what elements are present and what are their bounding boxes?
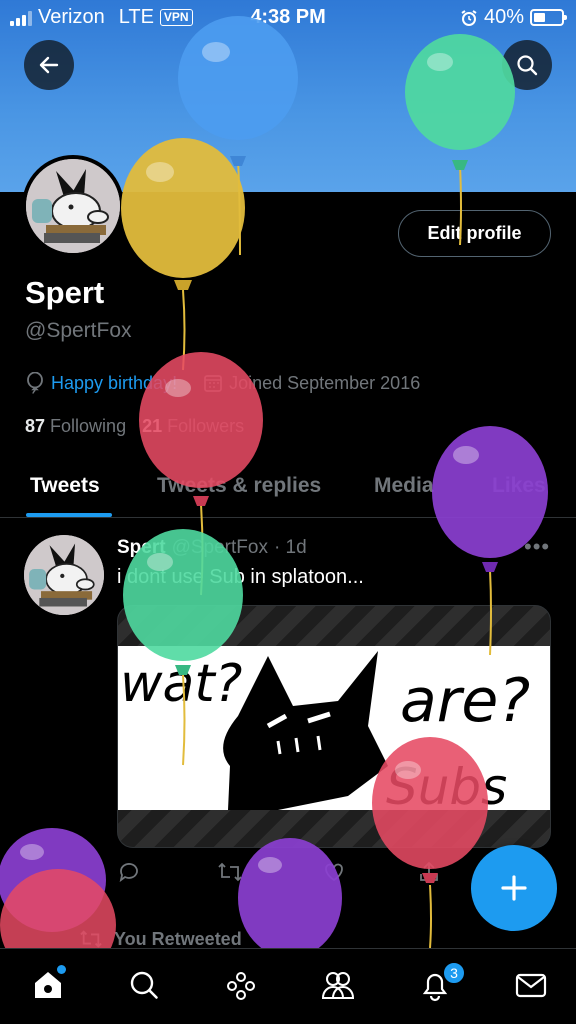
active-tab-indicator xyxy=(26,513,112,517)
following-stat[interactable]: 87 Following xyxy=(25,416,126,437)
notifications-badge: 3 xyxy=(442,961,466,985)
messages-icon xyxy=(515,973,547,998)
tweet-author-name[interactable]: Spert xyxy=(117,537,166,559)
share-icon xyxy=(420,861,438,881)
followers-stat[interactable]: 21 Followers xyxy=(142,416,244,437)
battery-icon xyxy=(530,9,567,26)
tweet-time: · 1d xyxy=(273,537,307,558)
retweet-indicator: You Retweeted xyxy=(78,928,242,950)
profile-avatar[interactable] xyxy=(22,155,124,257)
fox-avatar-image xyxy=(24,535,104,615)
tweet-media[interactable]: wat? are? Subs xyxy=(117,605,551,848)
retweet-icon xyxy=(80,930,102,948)
bottom-navigation: 3 xyxy=(0,948,576,1024)
retweet-indicator-text: You Retweeted xyxy=(114,928,242,949)
nav-communities[interactable] xyxy=(318,965,358,1005)
nav-search[interactable] xyxy=(124,965,164,1005)
communities-icon xyxy=(321,972,355,999)
arrow-left-icon xyxy=(39,56,59,74)
edit-profile-button[interactable]: Edit profile xyxy=(398,210,551,257)
calendar-icon xyxy=(204,375,222,392)
followers-count: 21 xyxy=(142,416,163,436)
fox-avatar-image xyxy=(26,159,120,253)
tab-tweets-replies[interactable]: Tweets & replies xyxy=(157,474,321,498)
status-right: 40% xyxy=(460,6,567,29)
tweet-more-button[interactable]: ••• xyxy=(524,534,550,560)
status-bar: Verizon LTE VPN 4:38 PM 40% xyxy=(0,0,576,34)
following-count: 87 xyxy=(25,416,46,436)
nav-messages[interactable] xyxy=(511,965,551,1005)
tab-likes[interactable]: Likes xyxy=(492,474,546,498)
balloon-icon xyxy=(27,372,43,394)
drawing-text-are: are? xyxy=(400,666,530,736)
nav-spaces[interactable] xyxy=(221,965,261,1005)
profile-meta: Happy birthday! Joined September 2016 xyxy=(25,372,420,394)
reply-button[interactable] xyxy=(117,860,141,889)
tweet-drawing-image: wat? are? Subs xyxy=(118,646,550,816)
drawing-text-subs: Subs xyxy=(386,758,507,810)
plus-icon xyxy=(501,875,527,901)
home-unread-dot xyxy=(57,965,66,974)
share-button[interactable] xyxy=(417,860,441,889)
compose-tweet-button[interactable] xyxy=(471,845,557,931)
joined-text: Joined September 2016 xyxy=(229,372,421,393)
drawing-text-wat: wat? xyxy=(120,654,242,714)
profile-name: Spert xyxy=(25,275,105,310)
follow-stats: 87 Following 21 Followers xyxy=(25,416,244,437)
joined-date: Joined September 2016 xyxy=(203,373,420,394)
balloon-purple-bottom xyxy=(238,838,342,958)
profile-tabs: Tweets Tweets & replies Media Likes xyxy=(0,460,576,518)
reply-icon xyxy=(119,863,138,883)
retweet-icon xyxy=(218,862,242,882)
battery-percent: 40% xyxy=(483,6,524,28)
heart-icon xyxy=(325,863,343,882)
tab-tweets[interactable]: Tweets xyxy=(30,474,100,498)
tweet-author-handle[interactable]: @SpertFox xyxy=(172,537,268,559)
retweet-button[interactable] xyxy=(217,860,243,889)
like-button[interactable] xyxy=(322,860,346,889)
search-icon xyxy=(130,971,158,999)
tab-media[interactable]: Media xyxy=(374,474,434,498)
tweet-text: i dont use Sub in splatoon... xyxy=(117,566,364,588)
profile-handle: @SpertFox xyxy=(25,319,132,342)
tweet-actions xyxy=(117,860,447,890)
followers-label: Followers xyxy=(167,416,245,436)
birthday-link[interactable]: Happy birthday! xyxy=(51,373,177,394)
tweet-header: Spert @SpertFox · 1d xyxy=(117,537,307,559)
following-label: Following xyxy=(50,416,127,436)
back-button[interactable] xyxy=(24,40,74,90)
tweet-avatar[interactable] xyxy=(24,535,104,615)
search-icon xyxy=(517,55,538,76)
search-button[interactable] xyxy=(502,40,552,90)
alarm-icon xyxy=(461,9,477,26)
balloon-purple-left xyxy=(0,828,106,932)
spaces-icon xyxy=(227,972,255,1000)
